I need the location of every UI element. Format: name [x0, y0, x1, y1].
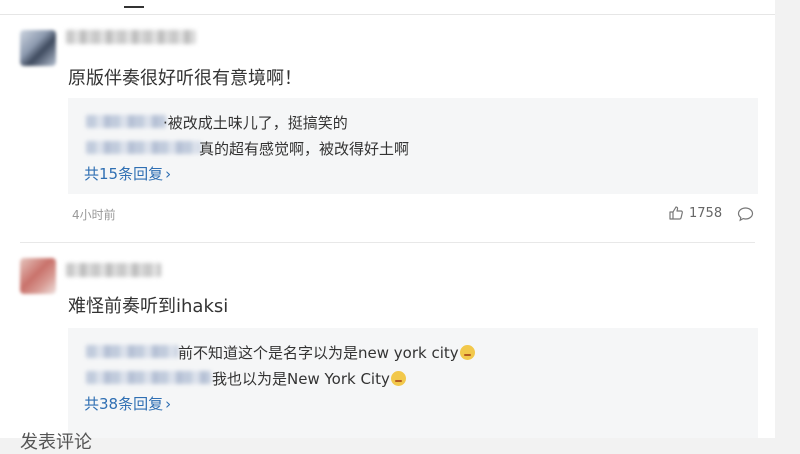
- more-replies-link[interactable]: 共38条回复 ›: [84, 393, 171, 414]
- post-comment-input[interactable]: 发表评论: [20, 428, 92, 454]
- username-redacted[interactable]: [66, 30, 196, 44]
- reply-text-content: 前不知道这个是名字以为是new york city: [178, 344, 459, 362]
- reply-username-redacted[interactable]: [86, 141, 201, 154]
- comment-divider: [20, 242, 755, 243]
- more-replies-link[interactable]: 共15条回复 ›: [84, 163, 171, 184]
- comment-text: 难怪前奏听到ihaksi: [68, 296, 229, 317]
- reply-text: 真的超有感觉啊，被改得好土啊: [199, 140, 410, 158]
- emoji-icon: [459, 345, 475, 360]
- thumbs-up-icon: [669, 206, 683, 220]
- reply-preview-box[interactable]: 前不知道这个是名字以为是new york city 我也以为是New York …: [68, 328, 758, 438]
- reply-text: 我也以为是New York City: [212, 368, 406, 389]
- reply-username-redacted[interactable]: [86, 115, 166, 128]
- active-tab-indicator: [124, 6, 144, 8]
- reply-text-content: 我也以为是New York City: [212, 370, 390, 388]
- comment-icon[interactable]: [737, 206, 754, 222]
- like-count: 1758: [689, 205, 723, 221]
- reply-text: ·被改成土味儿了，挺搞笑的: [163, 114, 348, 132]
- tab-bar: [0, 0, 775, 15]
- more-replies-label: 共15条回复: [84, 165, 164, 183]
- emoji-icon: [390, 371, 406, 386]
- comment-text: 原版伴奏很好听很有意境啊！: [68, 68, 302, 89]
- reply-preview-box[interactable]: ·被改成土味儿了，挺搞笑的 真的超有感觉啊，被改得好土啊 共15条回复 ›: [68, 98, 758, 194]
- avatar[interactable]: [20, 30, 56, 66]
- username-redacted[interactable]: [66, 263, 161, 277]
- chevron-right-icon: ›: [165, 395, 172, 413]
- chevron-right-icon: ›: [165, 165, 172, 183]
- scrollbar[interactable]: [781, 0, 793, 438]
- reply-username-redacted[interactable]: [86, 345, 178, 358]
- avatar[interactable]: [20, 258, 56, 294]
- reply-text: 前不知道这个是名字以为是new york city: [178, 342, 475, 363]
- reply-username-redacted[interactable]: [86, 371, 211, 384]
- more-replies-label: 共38条回复: [84, 395, 164, 413]
- comment-panel: 原版伴奏很好听很有意境啊！ ·被改成土味儿了，挺搞笑的 真的超有感觉啊，被改得好…: [0, 0, 775, 453]
- timestamp: 4小时前: [72, 208, 116, 222]
- like-button[interactable]: 1758: [668, 205, 722, 221]
